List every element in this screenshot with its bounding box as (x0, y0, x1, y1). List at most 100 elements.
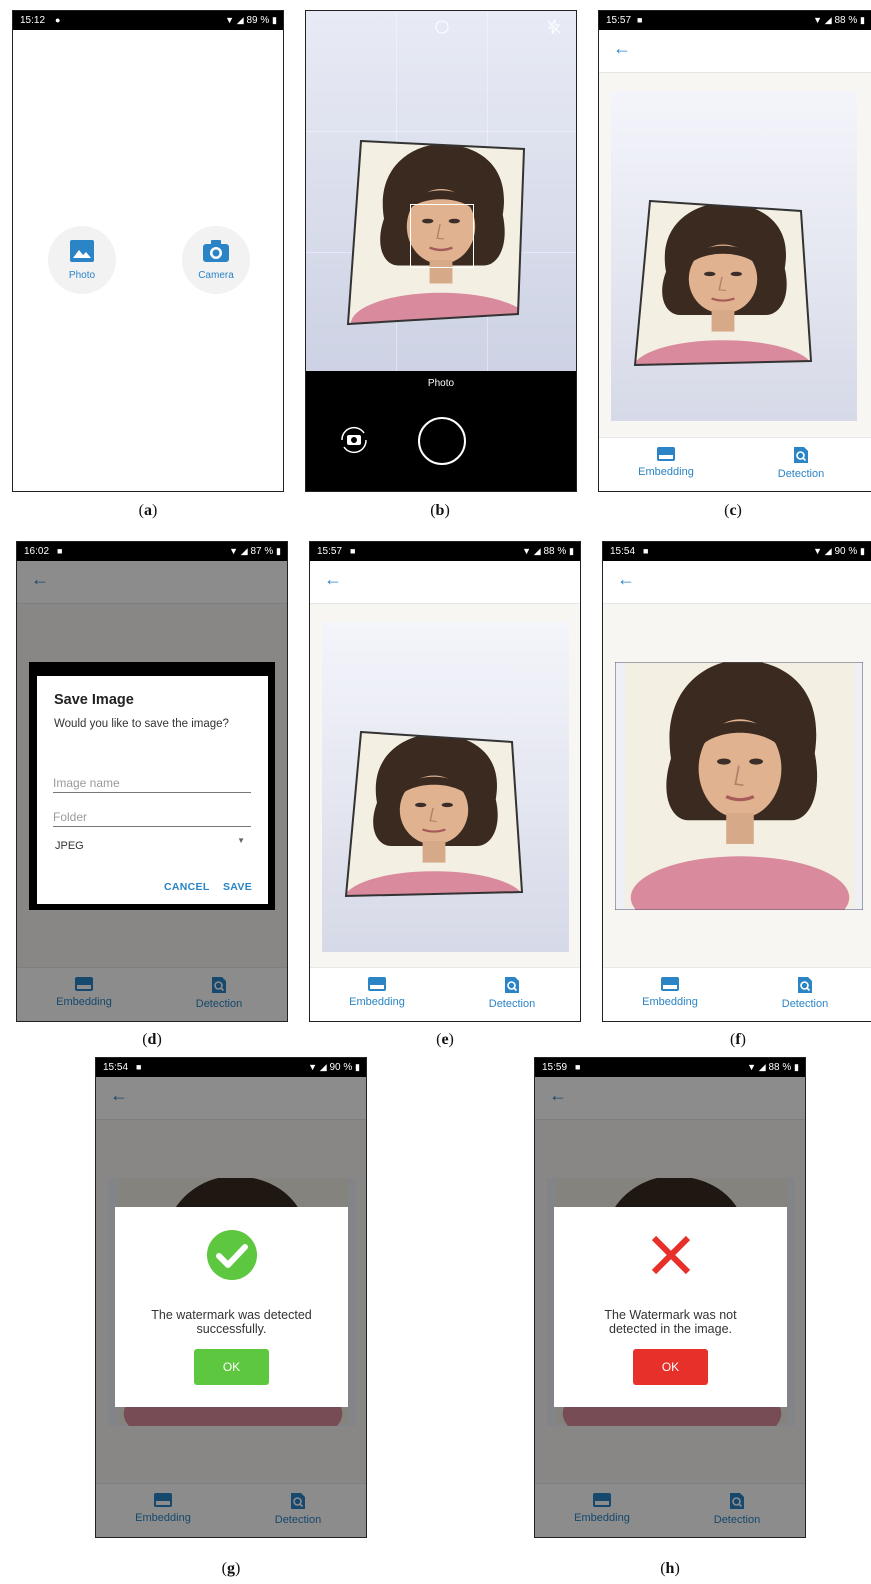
battery-icon: ▮ (860, 15, 865, 25)
chat-icon: ● (55, 15, 61, 25)
panel-h-screen: 15:59 ■ ▼ ◢ 88 % ▮ ← Embedding Detection… (534, 1057, 806, 1538)
document-photo (322, 622, 569, 952)
image-name-placeholder: Image name (53, 776, 120, 790)
detection-icon (798, 977, 812, 993)
caption-c: (c) (724, 502, 742, 519)
nav-detection[interactable]: Detection (750, 976, 860, 1010)
status-time: 15:54 (103, 1062, 129, 1073)
camera-label: Camera (198, 270, 234, 281)
camera-icon (203, 240, 229, 262)
photo-button[interactable]: Photo (48, 226, 116, 294)
camera-button[interactable]: Camera (182, 226, 250, 294)
wifi-icon: ▼ (229, 546, 238, 556)
nav-embedding-label: Embedding (349, 996, 405, 1008)
back-arrow-icon[interactable]: ← (617, 569, 635, 590)
result-message-line2: successfully. (196, 1322, 267, 1336)
folder-field[interactable]: Folder (53, 808, 251, 827)
id-photo (633, 199, 813, 367)
save-button[interactable]: SAVE (223, 881, 252, 893)
status-bar: 15:59 ■ ▼ ◢ 88 % ▮ (535, 1058, 805, 1077)
battery-icon: ▮ (355, 1062, 360, 1072)
caption-f: (f) (730, 1031, 746, 1048)
image-notification-icon: ■ (643, 546, 649, 556)
image-name-field[interactable]: Image name (53, 774, 251, 793)
nav-detection[interactable]: Detection (746, 446, 856, 480)
battery-text: 88 % (834, 15, 858, 26)
battery-text: 90 % (329, 1062, 353, 1073)
battery-text: 88 % (543, 546, 567, 557)
ok-button[interactable]: OK (633, 1349, 708, 1385)
app-bar: ← (599, 30, 871, 73)
nav-embedding[interactable]: Embedding (615, 976, 725, 1008)
cancel-button[interactable]: CANCEL (164, 881, 210, 893)
battery-icon: ▮ (272, 15, 277, 25)
result-message-line1: The Watermark was not (604, 1308, 737, 1322)
nav-embedding[interactable]: Embedding (611, 446, 721, 478)
status-time: 16:02 (24, 546, 50, 557)
nav-embedding-label: Embedding (638, 466, 694, 478)
image-notification-icon: ■ (136, 1062, 142, 1072)
caption-h: (h) (660, 1560, 680, 1577)
app-bar: ← (603, 561, 871, 604)
signal-icon: ◢ (236, 15, 244, 25)
image-area (603, 604, 871, 967)
result-message-line2: detected in the image. (609, 1322, 732, 1336)
battery-icon: ▮ (860, 546, 865, 556)
signal-icon: ◢ (758, 1062, 766, 1072)
nav-detection[interactable]: Detection (457, 976, 567, 1010)
signal-icon: ◢ (824, 15, 832, 25)
wifi-icon: ▼ (747, 1062, 756, 1072)
back-arrow-icon[interactable]: ← (324, 569, 342, 590)
signal-icon: ◢ (319, 1062, 327, 1072)
nav-detection-label: Detection (777, 468, 825, 480)
format-select[interactable]: JPEG ▼ (55, 836, 245, 852)
panel-b-camera-screen: Photo (305, 10, 577, 492)
document-photo (611, 91, 857, 421)
wifi-icon: ▼ (225, 15, 234, 25)
nav-embedding[interactable]: Embedding (322, 976, 432, 1008)
wifi-icon: ▼ (813, 546, 822, 556)
status-time: 15:59 (542, 1062, 568, 1073)
app-bar: ← (310, 561, 580, 604)
signal-icon: ◢ (824, 546, 832, 556)
bottom-navigation: Embedding Detection (603, 967, 871, 1021)
back-arrow-icon[interactable]: ← (613, 38, 631, 59)
battery-text: 88 % (768, 1062, 792, 1073)
embedding-icon (657, 447, 675, 461)
signal-icon: ◢ (533, 546, 541, 556)
status-bar: 15:57 ■ ▼ ◢ 88 % ▮ (310, 542, 580, 561)
bottom-navigation: Embedding Detection (310, 967, 580, 1021)
detection-icon (505, 977, 519, 993)
image-area (310, 604, 580, 967)
panel-g-screen: 15:54 ■ ▼ ◢ 90 % ▮ ← Embedding Detection… (95, 1057, 367, 1538)
flash-off-icon[interactable] (546, 19, 562, 35)
image-notification-icon: ■ (575, 1062, 581, 1072)
result-dialog: The Watermark was not detected in the im… (554, 1207, 787, 1407)
image-notification-icon: ■ (637, 15, 643, 25)
cropped-id-photo (615, 662, 863, 910)
detection-icon (794, 447, 808, 463)
nav-detection-label: Detection (781, 998, 829, 1010)
id-photo (344, 730, 524, 898)
image-icon (70, 240, 94, 262)
camera-mode-label[interactable]: Photo (306, 378, 576, 389)
panel-f-screen: 15:54 ■ ▼ ◢ 90 % ▮ ← Embedding Detection (602, 541, 871, 1022)
ok-button[interactable]: OK (194, 1349, 269, 1385)
status-bar: 16:02 ■ ▼ ◢ 87 % ▮ (17, 542, 287, 561)
status-bar: 15:54 ■ ▼ ◢ 90 % ▮ (603, 542, 871, 561)
format-value: JPEG (55, 840, 84, 852)
caption-g: (g) (221, 1560, 241, 1577)
save-image-dialog: Save Image Would you like to save the im… (37, 676, 268, 904)
wifi-icon: ▼ (308, 1062, 317, 1072)
caption-a: (a) (138, 502, 158, 519)
caption-b: (b) (430, 502, 450, 519)
dropdown-arrow-icon: ▼ (237, 836, 245, 845)
caption-e: (e) (436, 1031, 454, 1048)
status-time: 15:57 (317, 546, 343, 557)
nav-embedding-label: Embedding (642, 996, 698, 1008)
viewfinder (306, 11, 576, 371)
panel-e-screen: 15:57 ■ ▼ ◢ 88 % ▮ ← Embedding Detection (309, 541, 581, 1022)
shutter-button[interactable] (418, 417, 466, 465)
status-bar: 15:54 ■ ▼ ◢ 90 % ▮ (96, 1058, 366, 1077)
switch-camera-icon[interactable] (336, 424, 372, 456)
